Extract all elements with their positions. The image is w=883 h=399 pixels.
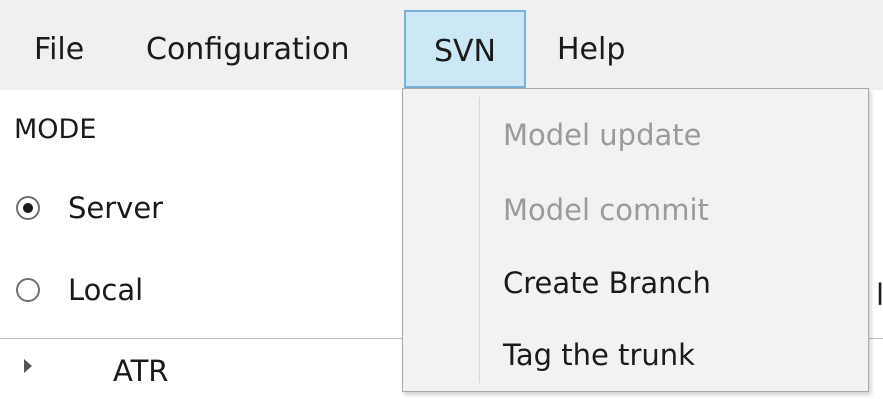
menu-item-tag-the-trunk[interactable]: Tag the trunk: [503, 331, 695, 379]
radio-server-label: Server: [68, 191, 164, 225]
radio-server[interactable]: Server: [16, 188, 163, 228]
mode-label: MODE: [14, 114, 97, 145]
radio-server-indicator[interactable]: [16, 196, 40, 220]
menu-item-create-branch[interactable]: Create Branch: [503, 259, 711, 307]
menu-icon-gutter-divider: [479, 97, 480, 383]
menu-file[interactable]: File: [34, 10, 84, 88]
radio-local-label: Local: [68, 273, 144, 307]
radio-local-indicator[interactable]: [16, 278, 40, 302]
clipped-edge-text: l: [876, 278, 883, 312]
menu-bar: File Configuration SVN Help: [0, 0, 883, 90]
menu-help[interactable]: Help: [557, 10, 625, 88]
menu-item-model-update[interactable]: Model update: [503, 111, 701, 159]
menu-configuration[interactable]: Configuration: [146, 10, 349, 88]
svn-dropdown-menu: Model update Model commit Create Branch …: [402, 88, 869, 392]
menu-svn[interactable]: SVN: [404, 10, 526, 88]
menu-item-model-commit[interactable]: Model commit: [503, 186, 709, 234]
radio-local[interactable]: Local: [16, 270, 143, 310]
tree-item-label: ATR: [113, 354, 169, 388]
tree-expand-icon[interactable]: [24, 359, 32, 373]
